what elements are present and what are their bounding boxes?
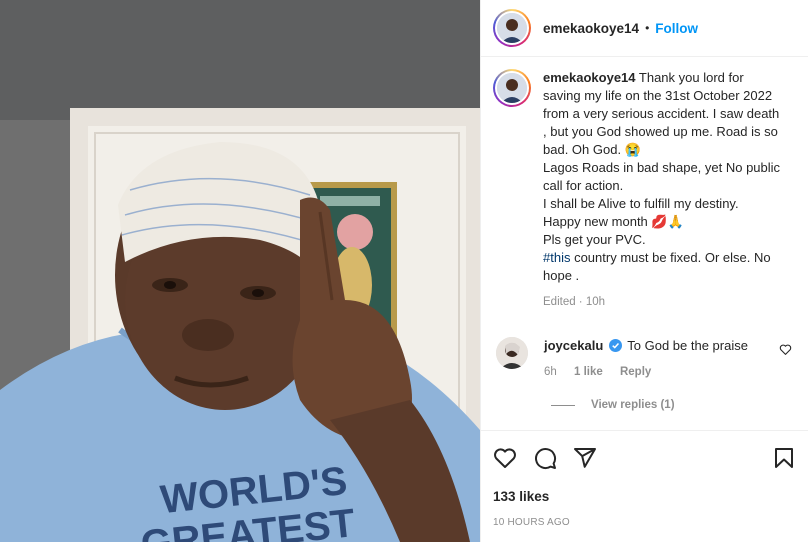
likes-count[interactable]: 133 likes xyxy=(493,489,796,504)
comment-likes[interactable]: 1 like xyxy=(574,366,603,378)
comment-text: To God be the praise xyxy=(627,338,748,353)
caption-avatar[interactable] xyxy=(493,69,531,107)
comment-time: 6h xyxy=(544,366,557,378)
caption-line-2: Lagos Roads in bad shape, yet No public … xyxy=(543,160,781,193)
view-replies-label: View replies (1) xyxy=(591,399,675,411)
avatar-image xyxy=(496,337,528,369)
separator-dot: • xyxy=(645,21,650,35)
hashtag-link[interactable]: #this xyxy=(543,250,570,265)
replies-divider xyxy=(551,404,575,406)
author-avatar[interactable] xyxy=(493,9,531,47)
heart-icon[interactable] xyxy=(493,446,517,470)
follow-button[interactable]: Follow xyxy=(655,21,698,36)
post-timestamp: 10 HOURS AGO xyxy=(493,517,570,528)
comment-item: joycekalu To God be the praise 6h 1 like… xyxy=(493,337,796,381)
verified-badge-icon xyxy=(608,339,622,352)
caption-username[interactable]: emekaokoye14 xyxy=(543,70,636,85)
avatar-image xyxy=(497,73,527,103)
commenter-username[interactable]: joycekalu xyxy=(544,338,603,353)
caption-line-6: country must be fixed. Or else. No hope … xyxy=(543,250,771,283)
share-icon[interactable] xyxy=(573,446,597,470)
caption: emekaokoye14 Thank you lord for saving m… xyxy=(493,69,796,311)
post-image: WORLD'S GREATEST xyxy=(0,0,480,542)
post-header: emekaokoye14 • Follow xyxy=(481,0,808,57)
commenter-avatar[interactable] xyxy=(496,337,528,369)
bookmark-icon[interactable] xyxy=(772,446,796,470)
caption-line-3: I shall be Alive to fulfill my destiny. xyxy=(543,196,739,211)
post-photo[interactable]: WORLD'S GREATEST xyxy=(0,0,480,542)
action-bar xyxy=(493,431,796,485)
view-replies-button[interactable]: View replies (1) xyxy=(551,399,796,411)
comment-icon[interactable] xyxy=(533,446,557,470)
post-actions-section: 133 likes 10 HOURS AGO xyxy=(481,430,808,542)
caption-body: emekaokoye14 Thank you lord for saving m… xyxy=(543,69,781,311)
comment-like-heart-icon[interactable] xyxy=(779,343,792,356)
caption-line-4: Happy new month 💋🙏 xyxy=(543,214,684,229)
reply-button[interactable]: Reply xyxy=(620,366,651,378)
author-username[interactable]: emekaokoye14 xyxy=(543,21,639,36)
avatar-image xyxy=(497,13,527,43)
caption-meta: Edited · 10h xyxy=(543,296,606,308)
post-panel: emekaokoye14 • Follow emekaokoye14 Thank… xyxy=(480,0,808,542)
comments-section[interactable]: emekaokoye14 Thank you lord for saving m… xyxy=(481,57,808,429)
caption-line-5: Pls get your PVC. xyxy=(543,232,646,247)
